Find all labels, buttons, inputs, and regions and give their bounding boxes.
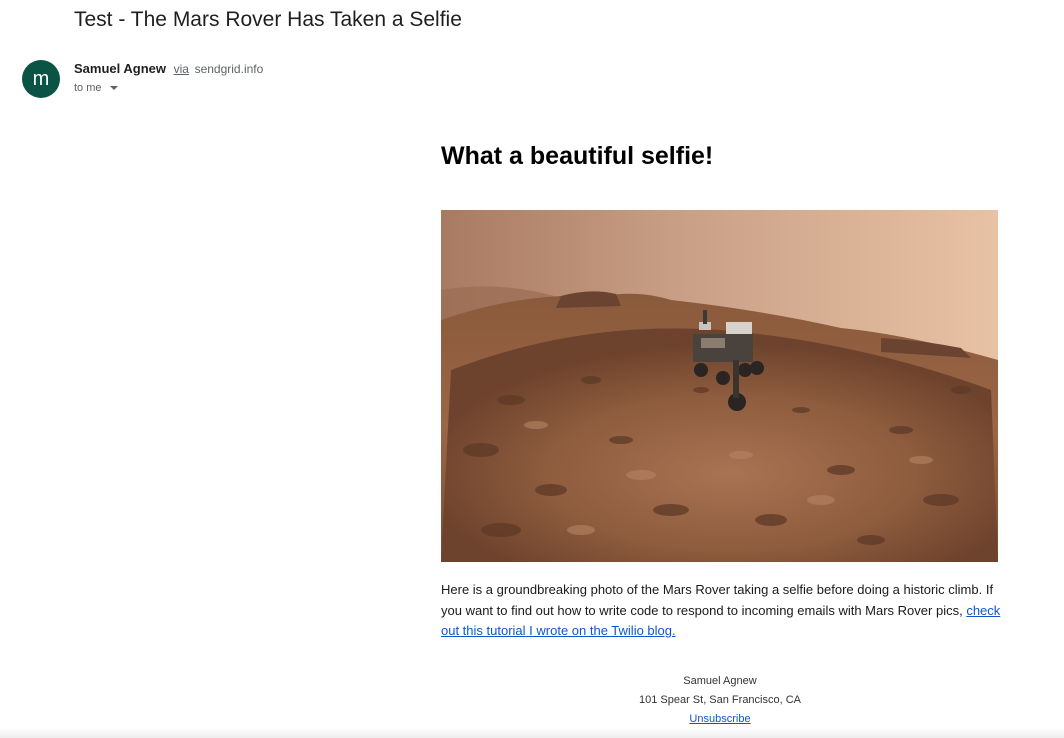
sender-line: Samuel Agnew via sendgrid.info xyxy=(74,61,263,76)
avatar-letter: m xyxy=(32,67,50,90)
email-view: Test - The Mars Rover Has Taken a Selfie… xyxy=(0,0,1064,738)
footer-address: 101 Spear St, San Francisco, CA xyxy=(638,694,802,706)
caret-down-icon[interactable] xyxy=(109,86,118,90)
recipient-details-toggle[interactable]: to me xyxy=(74,82,118,94)
footer-name: Samuel Agnew xyxy=(683,675,757,687)
email-footer: Samuel Agnew 101 Spear St, San Francisco… xyxy=(600,672,840,729)
mars-rover-selfie-image xyxy=(441,210,998,562)
unsubscribe-link[interactable]: Unsubscribe xyxy=(689,713,750,725)
email-body-heading: What a beautiful selfie! xyxy=(441,142,714,170)
sender-domain: sendgrid.info xyxy=(194,62,264,76)
sender-avatar[interactable]: m xyxy=(22,60,60,98)
body-text: Here is a groundbreaking photo of the Ma… xyxy=(441,582,994,618)
email-subject: Test - The Mars Rover Has Taken a Selfie xyxy=(74,8,462,31)
bottom-divider xyxy=(0,728,1064,738)
recipient-label: to me xyxy=(74,82,102,94)
email-body-paragraph: Here is a groundbreaking photo of the Ma… xyxy=(441,580,1001,642)
sender-via[interactable]: via xyxy=(174,62,189,76)
mars-landscape-illustration xyxy=(441,210,998,562)
sender-name[interactable]: Samuel Agnew xyxy=(74,61,166,76)
